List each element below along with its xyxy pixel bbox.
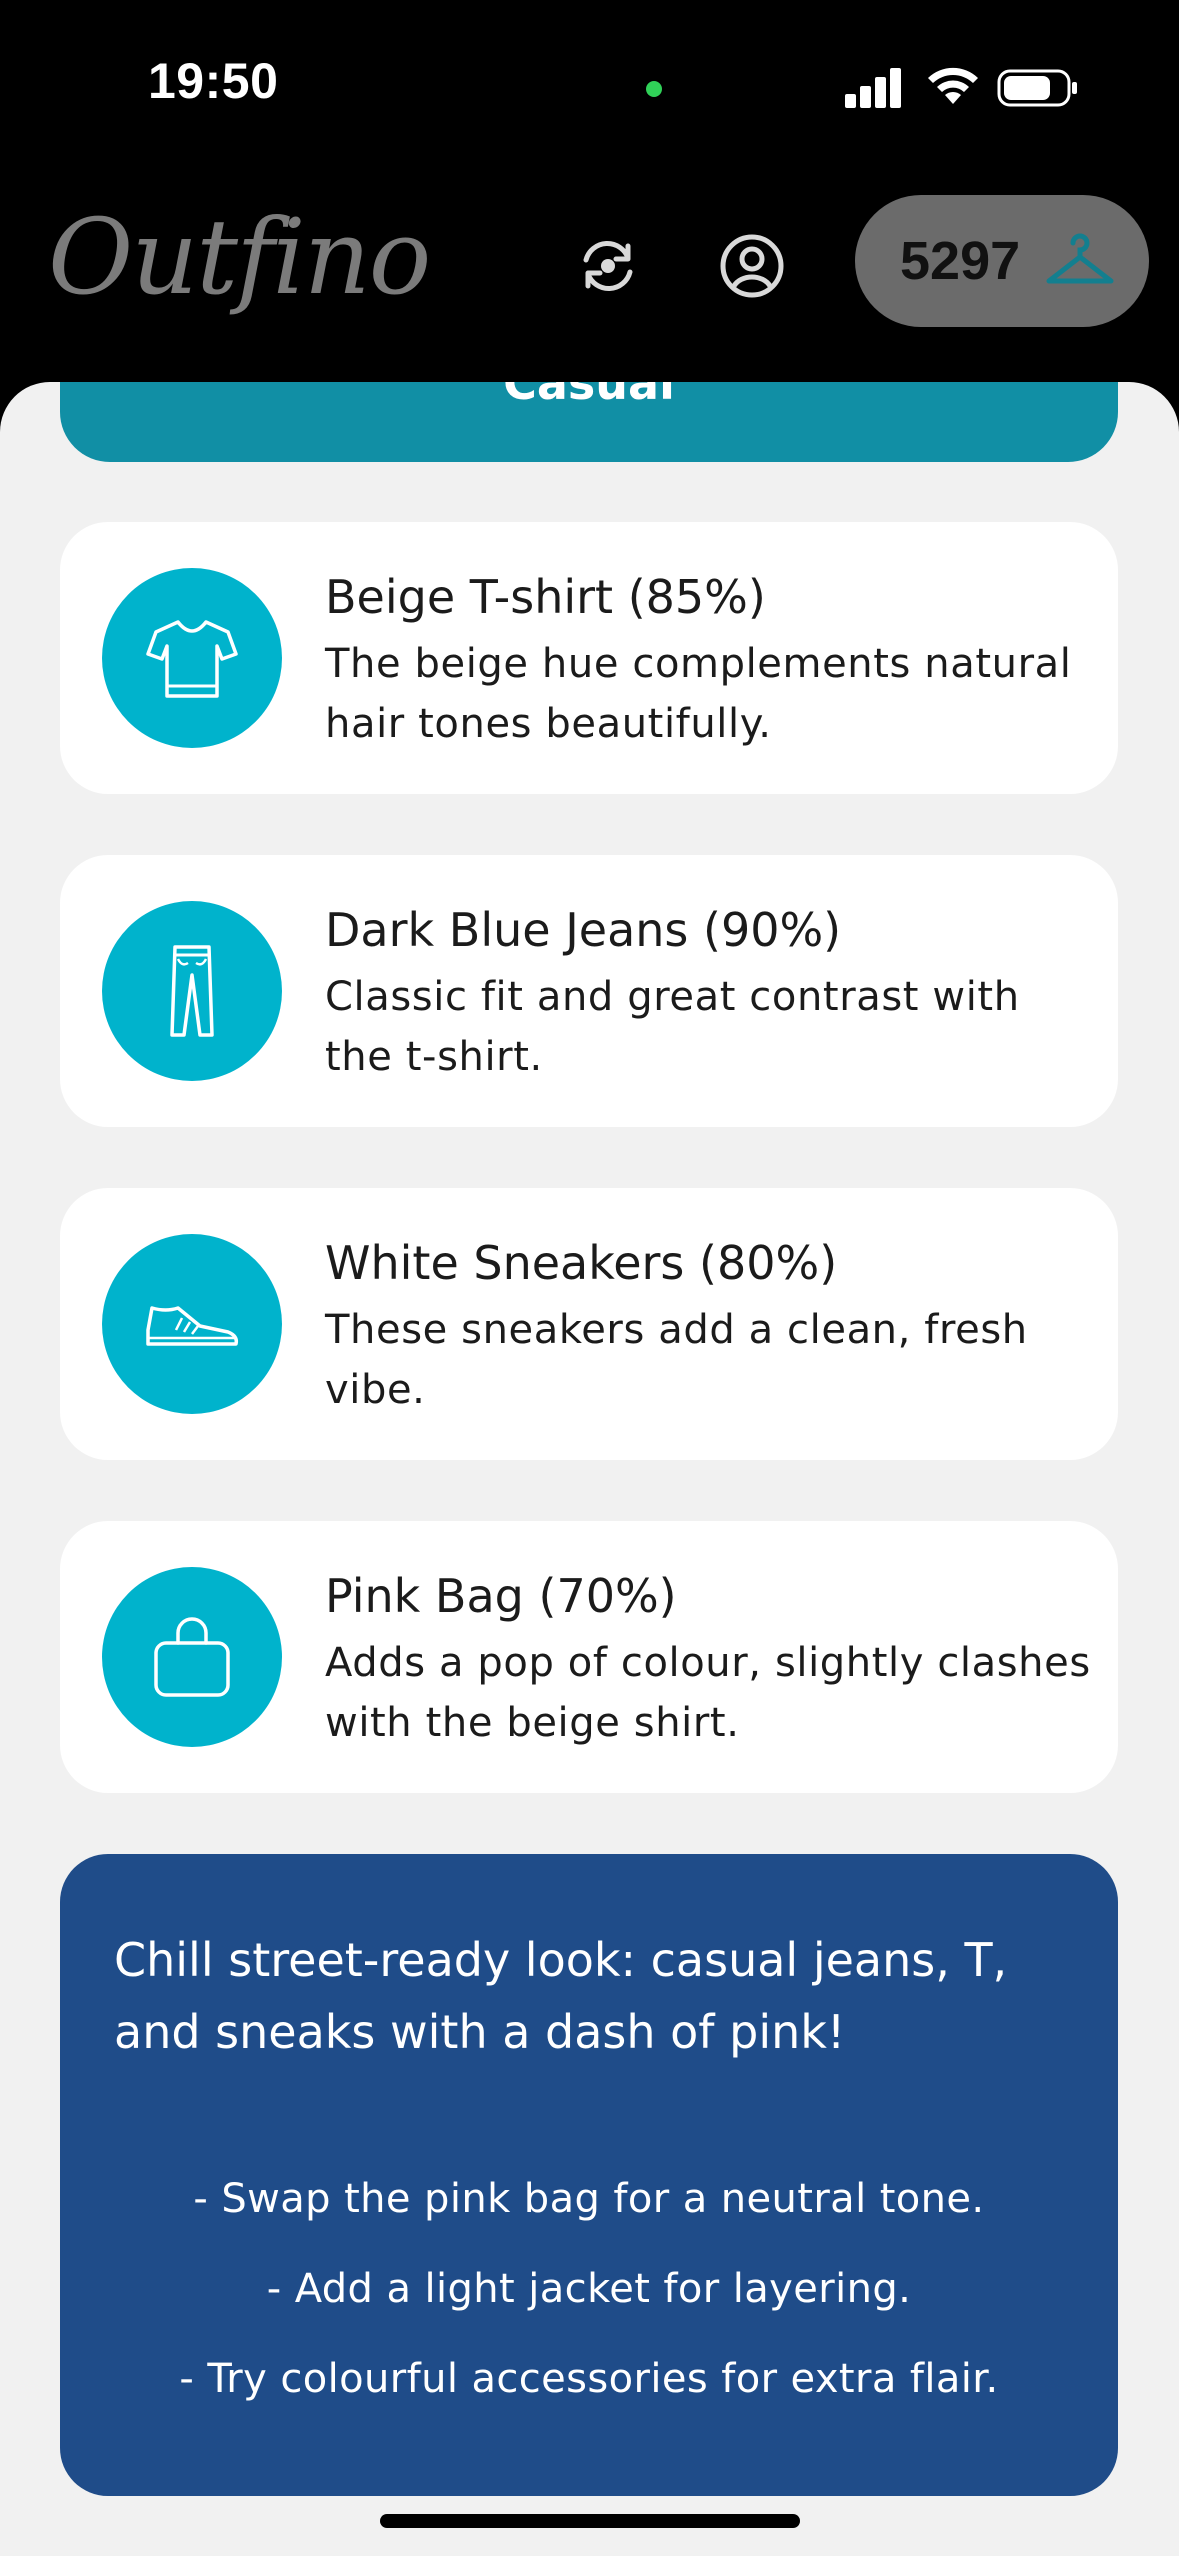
- item-description: Classic fit and great contrast with the …: [325, 974, 1020, 1080]
- bag-icon: [154, 1617, 230, 1697]
- home-indicator[interactable]: [380, 2514, 800, 2528]
- battery-icon: [997, 69, 1077, 107]
- item-description: The beige hue complements natural hair t…: [325, 641, 1072, 747]
- item-description: These sneakers add a clean, fresh vibe.: [325, 1307, 1028, 1413]
- sneaker-icon: [146, 1306, 239, 1346]
- item-icon-circle: [102, 568, 282, 748]
- item-card-tshirt[interactable]: Beige T-shirt (85%) The beige hue comple…: [60, 522, 1118, 794]
- item-description: Adds a pop of colour, slightly clashes w…: [325, 1640, 1091, 1746]
- item-title: Dark Blue Jeans (90%): [325, 903, 842, 957]
- coins-count: 5297: [900, 231, 1021, 291]
- item-icon-circle: [102, 1567, 282, 1747]
- tip-item: - Try colourful accessories for extra fl…: [179, 2356, 999, 2402]
- status-time: 19:50: [148, 53, 279, 109]
- app-logo: Outfino: [48, 196, 431, 318]
- summary-headline: Chill street-ready look: casual jeans, T…: [114, 1933, 1008, 2059]
- style-tab-label: Casual: [503, 382, 675, 410]
- item-icon-circle: [102, 1234, 282, 1414]
- jeans-icon: [170, 945, 214, 1037]
- tips-list: - Swap the pink bag for a neutral tone. …: [60, 2154, 1118, 2424]
- item-card-jeans[interactable]: Dark Blue Jeans (90%) Classic fit and gr…: [60, 855, 1118, 1127]
- status-bar: 19:50: [0, 0, 1179, 170]
- item-title: White Sneakers (80%): [325, 1236, 838, 1290]
- tip-item: - Add a light jacket for layering.: [266, 2266, 912, 2312]
- hanger-icon: [1046, 233, 1114, 284]
- item-title: Beige T-shirt (85%): [325, 570, 766, 624]
- wifi-icon: [928, 67, 978, 104]
- tip-item: - Swap the pink bag for a neutral tone.: [193, 2176, 985, 2222]
- outfit-summary-card: Chill street-ready look: casual jeans, T…: [60, 1854, 1118, 2496]
- cellular-signal-icon: [845, 68, 903, 108]
- item-card-sneakers[interactable]: White Sneakers (80%) These sneakers add …: [60, 1188, 1118, 1460]
- style-tab-casual[interactable]: Casual: [60, 382, 1118, 462]
- profile-icon[interactable]: [716, 230, 788, 302]
- item-title: Pink Bag (70%): [325, 1569, 677, 1623]
- coins-button[interactable]: 5297: [855, 195, 1149, 327]
- item-card-bag[interactable]: Pink Bag (70%) Adds a pop of colour, sli…: [60, 1521, 1118, 1793]
- camera-indicator-dot: [646, 81, 662, 97]
- outfit-results-sheet: Casual Beige T-shirt (85%) The beige hue…: [0, 382, 1179, 2556]
- refresh-icon[interactable]: [572, 230, 644, 302]
- tshirt-icon: [146, 620, 238, 698]
- item-icon-circle: [102, 901, 282, 1081]
- app-header: Outfino 5297: [0, 170, 1179, 390]
